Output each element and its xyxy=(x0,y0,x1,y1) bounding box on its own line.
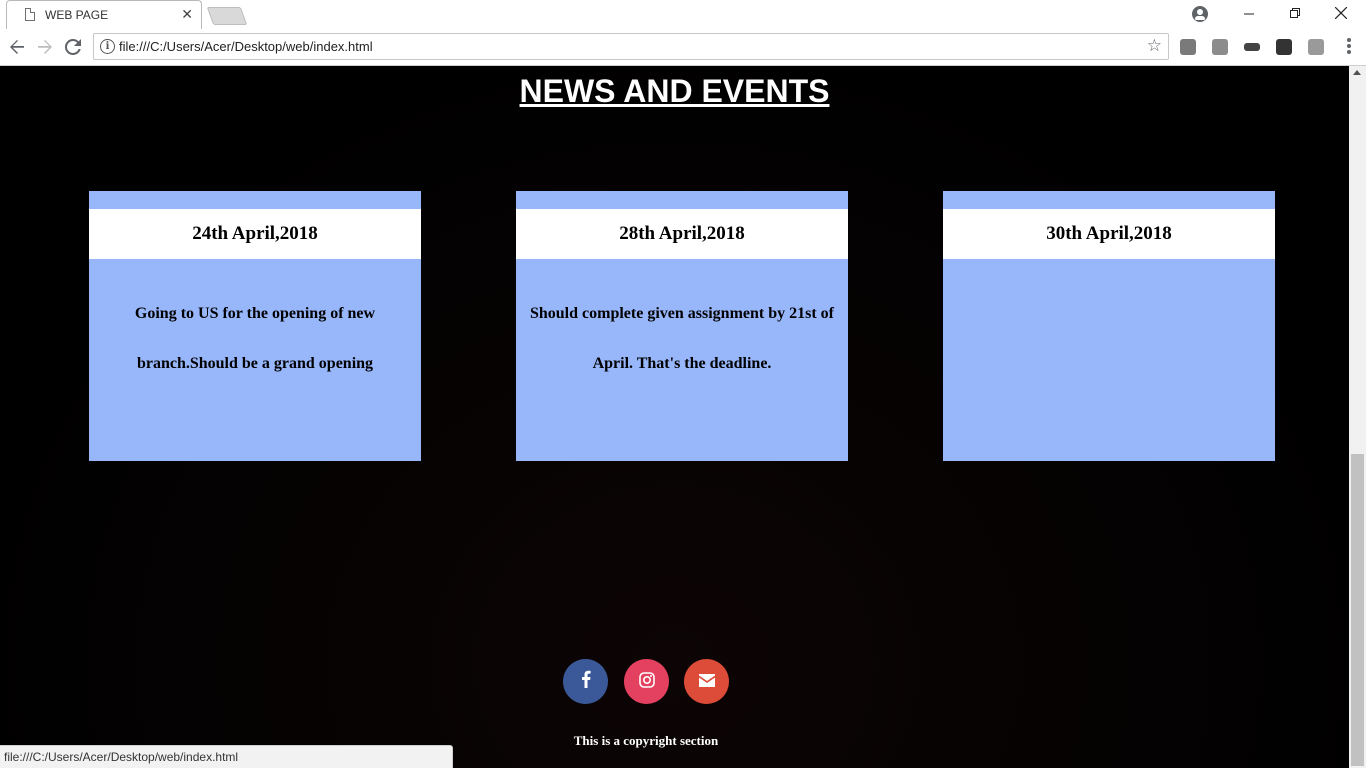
tab-strip: WEB PAGE ✕ xyxy=(0,0,1366,29)
browser-toolbar: i file:///C:/Users/Acer/Desktop/web/inde… xyxy=(0,29,1366,66)
scroll-up-icon[interactable] xyxy=(1353,70,1361,75)
news-date: 30th April,2018 xyxy=(943,209,1275,259)
url-text[interactable]: file:///C:/Users/Acer/Desktop/web/index.… xyxy=(119,39,373,54)
minimize-icon xyxy=(1243,13,1254,15)
page-title: NEWS AND EVENTS xyxy=(519,73,830,109)
close-tab-icon[interactable]: ✕ xyxy=(181,6,193,22)
info-icon[interactable]: i xyxy=(100,39,115,54)
browser-tab[interactable]: WEB PAGE ✕ xyxy=(6,0,202,29)
new-tab-button[interactable] xyxy=(206,7,248,25)
tab-title: WEB PAGE xyxy=(45,8,109,22)
profile-icon[interactable] xyxy=(1192,6,1208,22)
envelope-icon xyxy=(698,674,715,687)
vertical-scrollbar[interactable] xyxy=(1349,66,1366,768)
restore-icon xyxy=(1289,8,1300,18)
news-card: 28th April,2018 Should complete given as… xyxy=(516,191,848,461)
back-icon xyxy=(10,40,24,54)
back-button[interactable] xyxy=(6,36,28,58)
extension-grid-icon[interactable] xyxy=(1276,39,1292,55)
menu-icon[interactable] xyxy=(1344,36,1354,58)
minimize-button[interactable] xyxy=(1226,0,1272,29)
extension-record-icon[interactable] xyxy=(1180,39,1196,55)
star-icon[interactable]: ☆ xyxy=(1147,36,1162,56)
restore-button[interactable] xyxy=(1272,0,1318,29)
facebook-icon xyxy=(581,670,591,688)
extension-mustache-icon[interactable] xyxy=(1244,43,1260,51)
facebook-button[interactable] xyxy=(563,659,608,704)
page-viewport: NEWS AND EVENTS 24th April,2018 Going to… xyxy=(0,66,1349,768)
news-date: 28th April,2018 xyxy=(516,209,848,259)
news-card: 30th April,2018 xyxy=(943,191,1275,461)
reload-icon xyxy=(64,38,81,55)
camera-icon[interactable] xyxy=(1308,39,1324,55)
instagram-icon xyxy=(638,672,655,688)
close-window-button[interactable] xyxy=(1318,0,1364,29)
close-icon xyxy=(1334,6,1348,20)
extension-s-icon[interactable] xyxy=(1212,39,1228,55)
news-description: Should complete given assignment by 21st… xyxy=(529,305,835,372)
scrollbar-thumb[interactable] xyxy=(1351,454,1364,766)
news-card: 24th April,2018 Going to US for the open… xyxy=(89,191,421,461)
forward-button[interactable] xyxy=(34,36,56,58)
status-bar: file:///C:/Users/Acer/Desktop/web/index.… xyxy=(0,745,453,768)
news-description: Going to US for the opening of new branc… xyxy=(134,305,376,372)
address-bar[interactable]: i file:///C:/Users/Acer/Desktop/web/inde… xyxy=(93,33,1169,60)
instagram-button[interactable] xyxy=(624,659,669,704)
news-date: 24th April,2018 xyxy=(89,209,421,259)
forward-icon xyxy=(38,40,52,54)
email-button[interactable] xyxy=(684,659,729,704)
page-icon xyxy=(25,8,35,21)
reload-button[interactable] xyxy=(62,36,84,58)
